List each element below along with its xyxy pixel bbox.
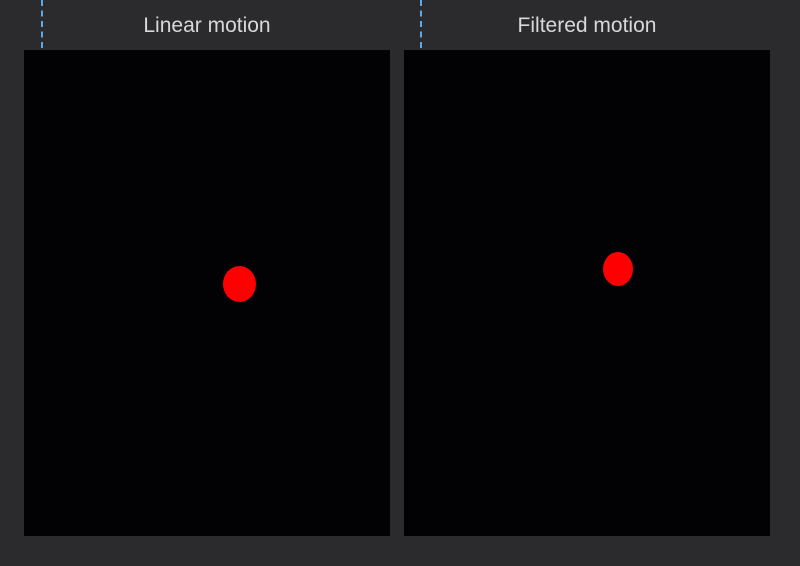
panel-title: Filtered motion — [517, 14, 657, 37]
animation-canvas — [24, 50, 390, 536]
moving-dot — [223, 266, 256, 302]
moving-dot — [603, 252, 633, 286]
linear-motion-panel: Linear motion — [24, 0, 390, 536]
filtered-motion-panel: Filtered motion — [404, 0, 770, 536]
animation-canvas — [404, 50, 770, 536]
panel-title: Linear motion — [143, 14, 271, 37]
